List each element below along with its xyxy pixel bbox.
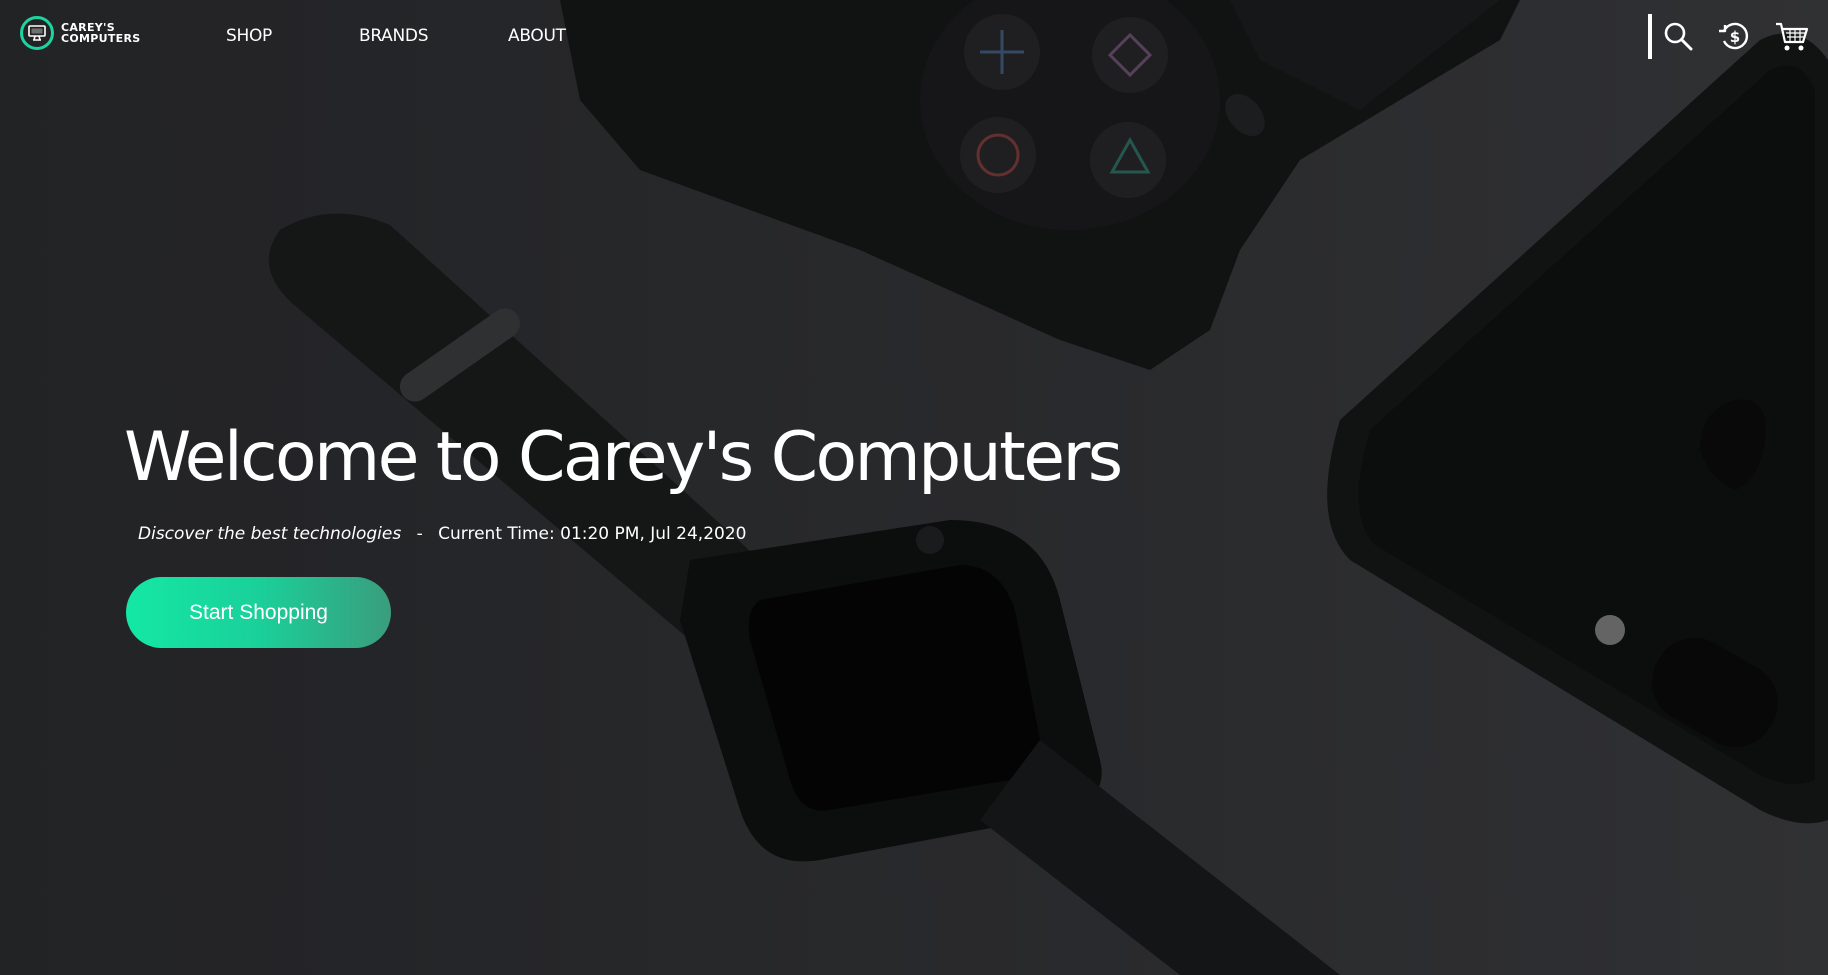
nav-divider bbox=[1648, 14, 1652, 59]
brand-logo[interactable]: CAREY'S COMPUTERS bbox=[20, 16, 140, 50]
start-shopping-button[interactable]: Start Shopping bbox=[126, 577, 391, 648]
monitor-icon bbox=[20, 16, 54, 50]
search-icon[interactable] bbox=[1660, 18, 1696, 54]
hero-title: Welcome to Carey's Computers bbox=[124, 418, 1123, 497]
brand-name-line2: COMPUTERS bbox=[61, 32, 141, 45]
shopping-cart-icon[interactable] bbox=[1774, 18, 1810, 54]
hero-section: CAREY'S COMPUTERS SHOP BRANDS ABOUT $ We… bbox=[0, 0, 1828, 975]
top-navbar: CAREY'S COMPUTERS SHOP BRANDS ABOUT $ bbox=[0, 0, 1828, 74]
nav-link-brands[interactable]: BRANDS bbox=[359, 26, 429, 46]
hero-tagline: Discover the best technologies bbox=[138, 524, 402, 544]
svg-text:$: $ bbox=[1730, 28, 1740, 46]
brand-name: CAREY'S COMPUTERS bbox=[61, 22, 140, 44]
nav-link-shop[interactable]: SHOP bbox=[226, 26, 272, 46]
nav-link-about[interactable]: ABOUT bbox=[508, 26, 566, 46]
hero-subtitle: Discover the best technologies - Current… bbox=[138, 524, 746, 544]
currency-exchange-icon[interactable]: $ bbox=[1716, 18, 1752, 54]
subtitle-separator: - bbox=[416, 524, 423, 544]
current-time-label: Current Time: 01:20 PM, Jul 24,2020 bbox=[438, 524, 747, 544]
